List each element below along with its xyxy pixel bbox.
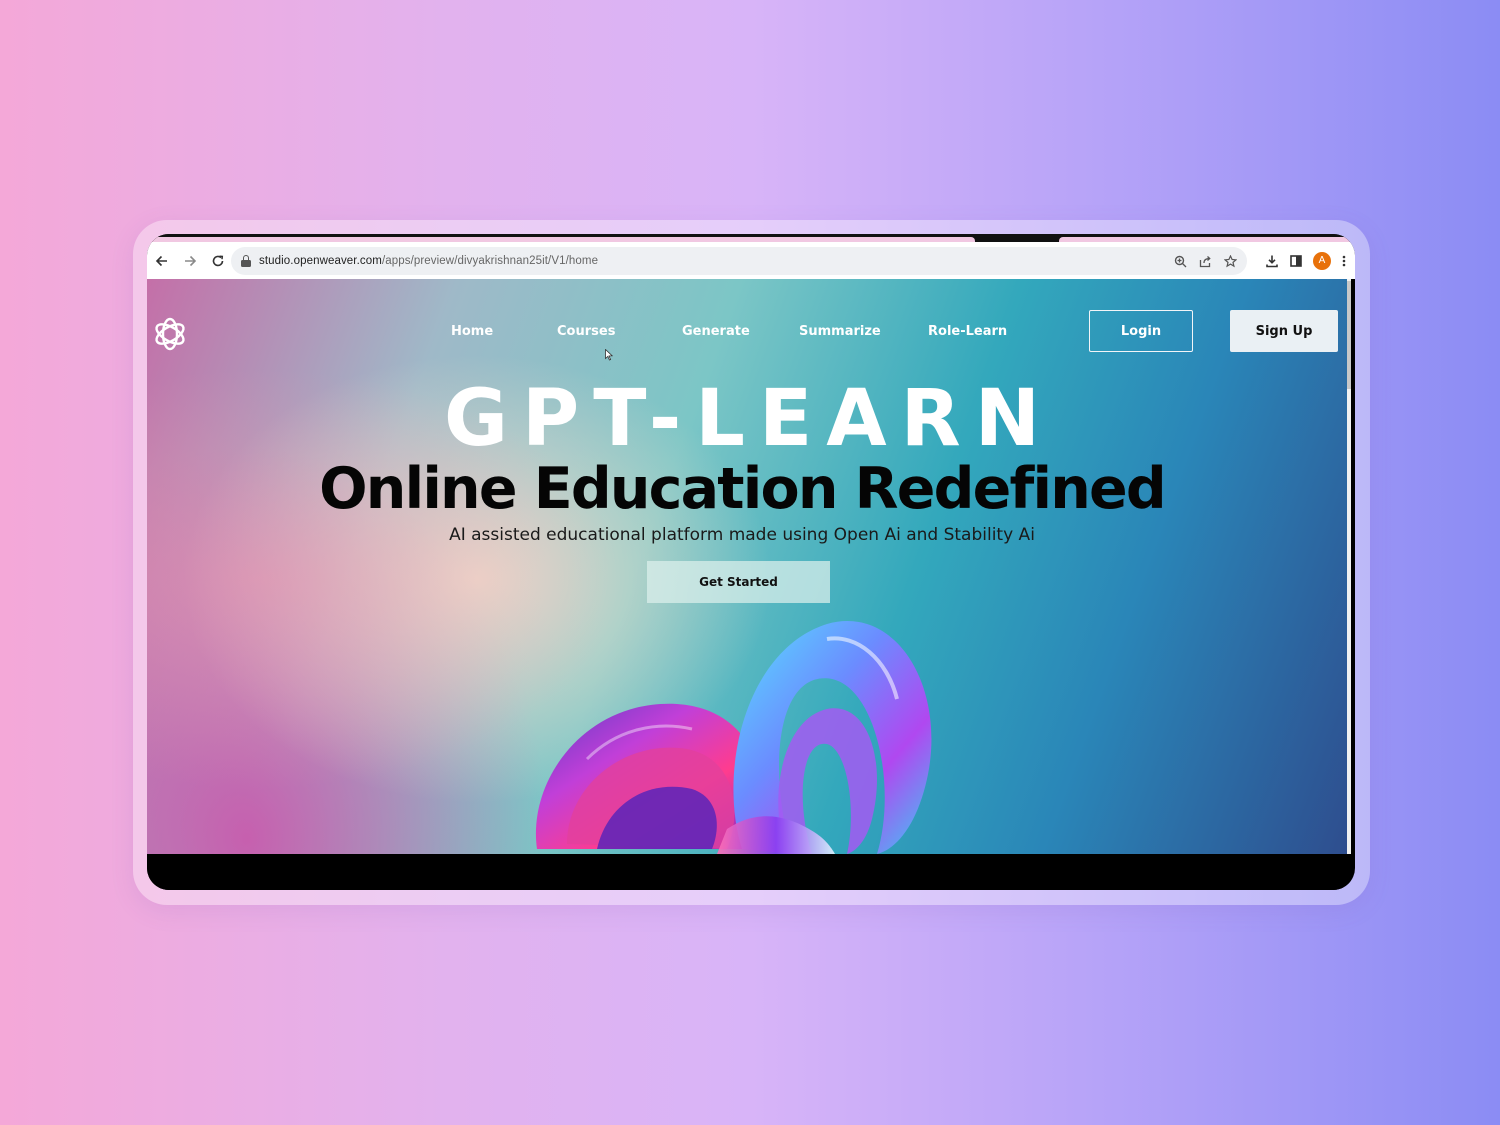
forward-button[interactable] — [177, 248, 203, 274]
star-icon[interactable] — [1224, 254, 1237, 268]
nav-courses[interactable]: Courses — [557, 324, 615, 339]
arrow-right-icon — [185, 255, 197, 266]
page-scrollbar[interactable] — [1347, 279, 1351, 854]
omnibox-actions — [1174, 247, 1237, 275]
lock-icon — [241, 255, 251, 267]
mouse-cursor-icon — [605, 349, 613, 361]
zoom-icon[interactable] — [1174, 255, 1187, 268]
get-started-button[interactable]: Get Started — [647, 561, 830, 603]
address-bar[interactable]: studio.openweaver.com/apps/preview/divya… — [231, 247, 1247, 275]
reload-button[interactable] — [205, 248, 231, 274]
bottom-bar — [147, 854, 1351, 890]
arrow-left-icon — [155, 255, 167, 266]
reload-icon — [212, 254, 224, 266]
back-button[interactable] — [149, 248, 175, 274]
kebab-menu-icon[interactable] — [1341, 254, 1347, 268]
nav-role-learn[interactable]: Role-Learn — [928, 324, 1007, 339]
nav-summarize[interactable]: Summarize — [799, 324, 881, 339]
url-host: studio.openweaver.com — [259, 255, 382, 267]
url-path: /apps/preview/divyakrishnan25it/V1/home — [381, 255, 599, 267]
hero-title: GPT-LEARN — [444, 374, 1054, 464]
browser-toolbar: studio.openweaver.com/apps/preview/divya… — [147, 242, 1355, 279]
side-panel-icon[interactable] — [1289, 254, 1303, 268]
download-icon[interactable] — [1265, 254, 1279, 268]
nav-home[interactable]: Home — [451, 324, 493, 339]
hero-subtitle: Online Education Redefined — [319, 456, 1167, 522]
browser-actions: A — [1265, 242, 1355, 279]
hero-abstract-image — [535, 621, 932, 854]
web-page: Home Courses Generate Summarize Role-Lea… — [147, 279, 1351, 854]
share-icon[interactable] — [1199, 255, 1212, 268]
hero-tagline: AI assisted educational platform made us… — [449, 525, 1035, 545]
url-text: studio.openweaver.com/apps/preview/divya… — [259, 255, 598, 267]
profile-avatar[interactable]: A — [1313, 251, 1331, 270]
login-button[interactable]: Login — [1089, 310, 1193, 352]
scrollbar-thumb[interactable] — [1347, 281, 1351, 389]
browser-window: studio.openweaver.com/apps/preview/divya… — [147, 234, 1355, 890]
nav-generate[interactable]: Generate — [682, 324, 750, 339]
signup-button[interactable]: Sign Up — [1230, 310, 1338, 352]
openai-logo-icon[interactable] — [147, 311, 193, 357]
